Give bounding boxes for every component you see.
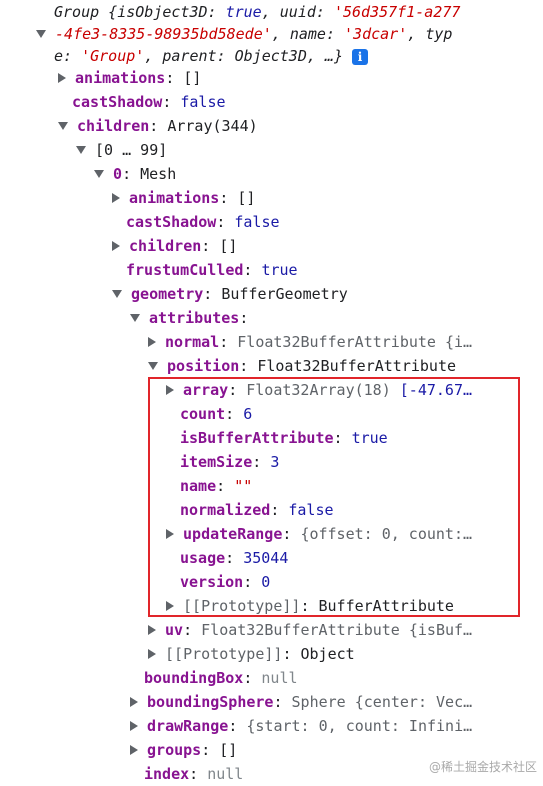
position-updateRange[interactable]: updateRange: {offset: 0, count:…: [166, 522, 472, 546]
expand-down-icon[interactable]: [36, 29, 46, 38]
geometry-attributes[interactable]: attributes:: [130, 306, 248, 330]
geometry-drawRange[interactable]: drawRange: {start: 0, count: Infini…: [130, 714, 472, 738]
position-prototype[interactable]: [[Prototype]]: BufferAttribute: [166, 594, 454, 618]
collapse-down-icon[interactable]: [130, 313, 140, 322]
collapse-down-icon[interactable]: [76, 145, 86, 154]
child-0-mesh[interactable]: 0: Mesh: [94, 162, 176, 186]
summary-line-3: e: 'Group', parent: Object3D, …} i: [54, 45, 369, 67]
position-itemSize: itemSize: 3: [180, 453, 280, 471]
info-icon[interactable]: i: [352, 48, 369, 65]
attr-uv[interactable]: uv: Float32BufferAttribute {isBuf…: [148, 618, 472, 642]
expand-right-icon[interactable]: [112, 192, 120, 203]
collapse-down-icon[interactable]: [94, 169, 104, 178]
expand-right-icon[interactable]: [148, 648, 156, 659]
expand-right-icon[interactable]: [166, 384, 174, 395]
position-normalized: normalized: false: [180, 501, 334, 519]
children-range[interactable]: [0 … 99]: [76, 138, 167, 162]
expand-right-icon[interactable]: [130, 720, 138, 731]
geometry-boundingSphere[interactable]: boundingSphere: Sphere {center: Vec…: [130, 690, 472, 714]
position-name: name: "": [180, 477, 253, 495]
mesh-castShadow: castShadow: false: [126, 213, 280, 231]
geometry-index: index: null: [144, 765, 244, 783]
position-version: version: 0: [180, 573, 271, 591]
watermark: @稀土掘金技术社区: [428, 760, 537, 774]
collapse-down-icon[interactable]: [112, 289, 122, 298]
mesh-frustumCulled: frustumCulled: true: [126, 261, 298, 279]
position-isBufferAttribute: isBufferAttribute: true: [180, 429, 388, 447]
mesh-animations[interactable]: animations: []: [112, 186, 255, 210]
expand-right-icon[interactable]: [58, 72, 66, 83]
mesh-geometry[interactable]: geometry: BufferGeometry: [112, 282, 348, 306]
expand-right-icon[interactable]: [166, 528, 174, 539]
collapse-down-icon[interactable]: [58, 121, 68, 130]
attr-position[interactable]: position: Float32BufferAttribute: [148, 354, 456, 378]
collapse-down-icon[interactable]: [148, 361, 158, 370]
expand-right-icon[interactable]: [112, 240, 120, 251]
summary-line-2[interactable]: -4fe3-8335-98935bd58ede', name: '3dcar',…: [36, 23, 452, 45]
expand-right-icon[interactable]: [130, 744, 138, 755]
geometry-groups[interactable]: groups: []: [130, 738, 237, 762]
position-count: count: 6: [180, 405, 253, 423]
expand-right-icon[interactable]: [148, 624, 156, 635]
attributes-prototype[interactable]: [[Prototype]]: Object: [148, 642, 355, 666]
prop-castShadow: castShadow: false: [72, 93, 226, 111]
position-array[interactable]: array: Float32Array(18) [-47.67…: [166, 378, 472, 402]
expand-right-icon[interactable]: [166, 600, 174, 611]
prop-children[interactable]: children: Array(344): [58, 114, 258, 138]
position-usage: usage: 35044: [180, 549, 289, 567]
prop-animations[interactable]: animations: []: [58, 66, 201, 90]
attr-normal[interactable]: normal: Float32BufferAttribute {i…: [148, 330, 472, 354]
geometry-boundingBox: boundingBox: null: [144, 669, 298, 687]
summary-line-1: Group {isObject3D: true, uuid: '56d357f1…: [54, 3, 461, 21]
expand-right-icon[interactable]: [148, 336, 156, 347]
mesh-children[interactable]: children: []: [112, 234, 237, 258]
expand-right-icon[interactable]: [130, 696, 138, 707]
